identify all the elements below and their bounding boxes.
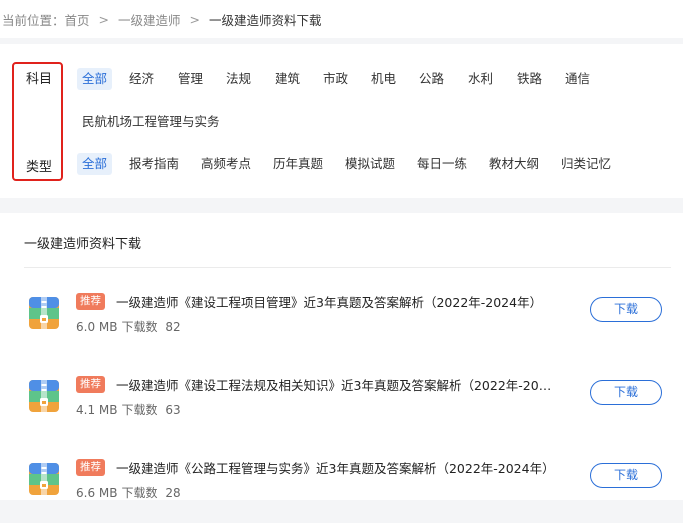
item-title[interactable]: 一级建造师《建设工程项目管理》近3年真题及答案解析（2022年-2024年） <box>116 292 556 311</box>
type-option[interactable]: 历年真题 <box>268 153 328 175</box>
breadcrumb-home-link[interactable]: 首页 <box>65 10 90 29</box>
subject-option[interactable]: 法规 <box>221 68 256 90</box>
breadcrumb-separator: > <box>189 11 201 27</box>
list-item: 推荐 一级建造师《公路工程管理与实务》近3年真题及答案解析（2022年-2024… <box>0 453 683 523</box>
type-option[interactable]: 高频考点 <box>196 153 256 175</box>
subject-option[interactable]: 市政 <box>318 68 353 90</box>
subject-option[interactable]: 建筑 <box>270 68 305 90</box>
list-title: 一级建造师资料下载 <box>24 237 142 252</box>
download-button[interactable]: 下载 <box>590 380 662 405</box>
subject-option[interactable]: 水利 <box>463 68 498 90</box>
list-item: 推荐 一级建造师《建设工程项目管理》近3年真题及答案解析（2022年-2024年… <box>0 287 683 357</box>
item-meta: 6.0 MB 下载数 82 <box>76 318 185 335</box>
item-meta: 4.1 MB 下载数 63 <box>76 401 185 418</box>
breadcrumb-prefix: 当前位置： <box>2 12 65 28</box>
downloads-label: 下载数 <box>121 486 158 500</box>
type-option[interactable]: 全部 <box>77 153 113 175</box>
file-size: 6.0 MB <box>76 320 118 334</box>
download-list: 一级建造师资料下载 推荐 一级建造师《建设工程项目管理》近3年真题及答案解析（2… <box>0 213 683 500</box>
breadcrumb-current: 一级建造师资料下载 <box>209 12 322 28</box>
type-option[interactable]: 报考指南 <box>124 153 184 175</box>
breadcrumb: 当前位置： 首页 > 一级建造师 > 一级建造师资料下载 <box>0 0 683 38</box>
zip-file-icon <box>29 297 59 329</box>
file-size: 6.6 MB <box>76 486 118 500</box>
list-item: 推荐 一级建造师《建设工程法规及相关知识》近3年真题及答案解析（2022年-20… <box>0 370 683 440</box>
download-count: 63 <box>165 403 181 417</box>
item-title[interactable]: 一级建造师《公路工程管理与实务》近3年真题及答案解析（2022年-2024年） <box>116 458 556 477</box>
subject-option[interactable]: 全部 <box>77 68 113 90</box>
filter-panel: 科目 类型 全部 经济 管理 法规 建筑 市政 机电 公路 水利 铁路 通信 民… <box>0 44 683 198</box>
zip-file-icon <box>29 380 59 412</box>
type-option[interactable]: 模拟试题 <box>340 153 400 175</box>
zip-file-icon <box>29 463 59 495</box>
subject-option[interactable]: 通信 <box>560 68 595 90</box>
type-option[interactable]: 教材大纲 <box>484 153 544 175</box>
subject-option[interactable]: 公路 <box>414 68 449 90</box>
downloads-label: 下载数 <box>121 320 158 334</box>
downloads-label: 下载数 <box>121 403 158 417</box>
download-count: 28 <box>165 486 181 500</box>
type-option[interactable]: 每日一练 <box>412 153 472 175</box>
subject-option[interactable]: 经济 <box>124 68 159 90</box>
item-title[interactable]: 一级建造师《建设工程法规及相关知识》近3年真题及答案解析（2022年-2024年… <box>116 375 556 394</box>
type-label: 类型 <box>26 160 53 175</box>
download-button[interactable]: 下载 <box>590 297 662 322</box>
recommend-badge: 推荐 <box>76 459 105 476</box>
recommend-badge: 推荐 <box>76 376 105 393</box>
subject-option[interactable]: 机电 <box>366 68 401 90</box>
item-meta: 6.6 MB 下载数 28 <box>76 484 185 501</box>
subject-option[interactable]: 管理 <box>173 68 208 90</box>
recommend-badge: 推荐 <box>76 293 105 310</box>
type-option[interactable]: 归类记忆 <box>556 153 616 175</box>
breadcrumb-separator: > <box>98 11 110 27</box>
breadcrumb-level1-link[interactable]: 一级建造师 <box>118 10 181 29</box>
download-count: 82 <box>165 320 181 334</box>
subject-label: 科目 <box>26 72 53 87</box>
download-button[interactable]: 下载 <box>590 463 662 488</box>
subject-option[interactable]: 民航机场工程管理与实务 <box>77 111 225 133</box>
divider <box>24 267 671 268</box>
subject-option[interactable]: 铁路 <box>512 68 547 90</box>
file-size: 4.1 MB <box>76 403 118 417</box>
